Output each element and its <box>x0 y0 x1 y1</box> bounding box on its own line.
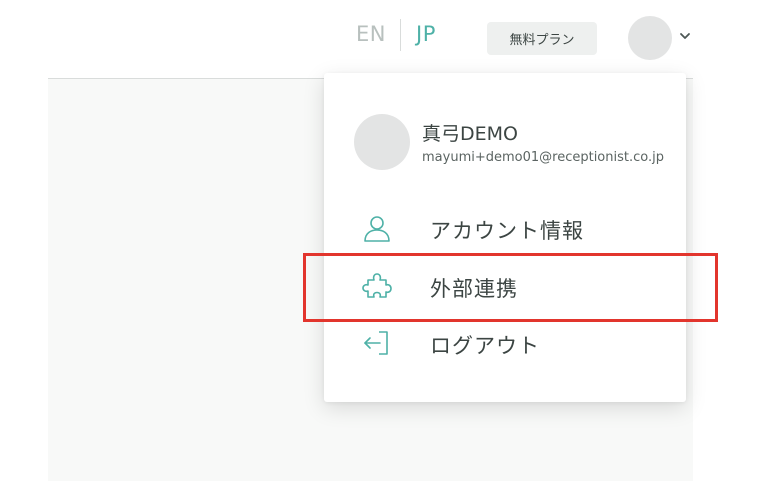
highlight-annotation-box <box>303 253 718 322</box>
top-bar: EN JP 無料プラン <box>48 0 693 79</box>
menu-item-account-info[interactable]: アカウント情報 <box>324 201 686 255</box>
chevron-down-icon[interactable] <box>678 29 692 43</box>
plan-badge[interactable]: 無料プラン <box>487 22 597 55</box>
menu-item-logout[interactable]: ログアウト <box>324 316 686 370</box>
user-name: 真弓DEMO <box>422 123 518 145</box>
logout-icon <box>364 331 388 355</box>
user-email: mayumi+demo01@receptionist.co.jp <box>422 150 664 165</box>
menu-item-label: ログアウト <box>430 334 540 358</box>
menu-avatar <box>354 114 410 170</box>
user-dropdown-menu: 真弓DEMO mayumi+demo01@receptionist.co.jp … <box>324 73 686 402</box>
lang-en-link[interactable]: EN <box>356 22 386 46</box>
lang-separator <box>400 19 401 51</box>
lang-jp-link[interactable]: JP <box>416 22 436 46</box>
user-icon <box>364 216 390 242</box>
menu-item-label: アカウント情報 <box>430 219 584 243</box>
avatar[interactable] <box>628 16 672 60</box>
